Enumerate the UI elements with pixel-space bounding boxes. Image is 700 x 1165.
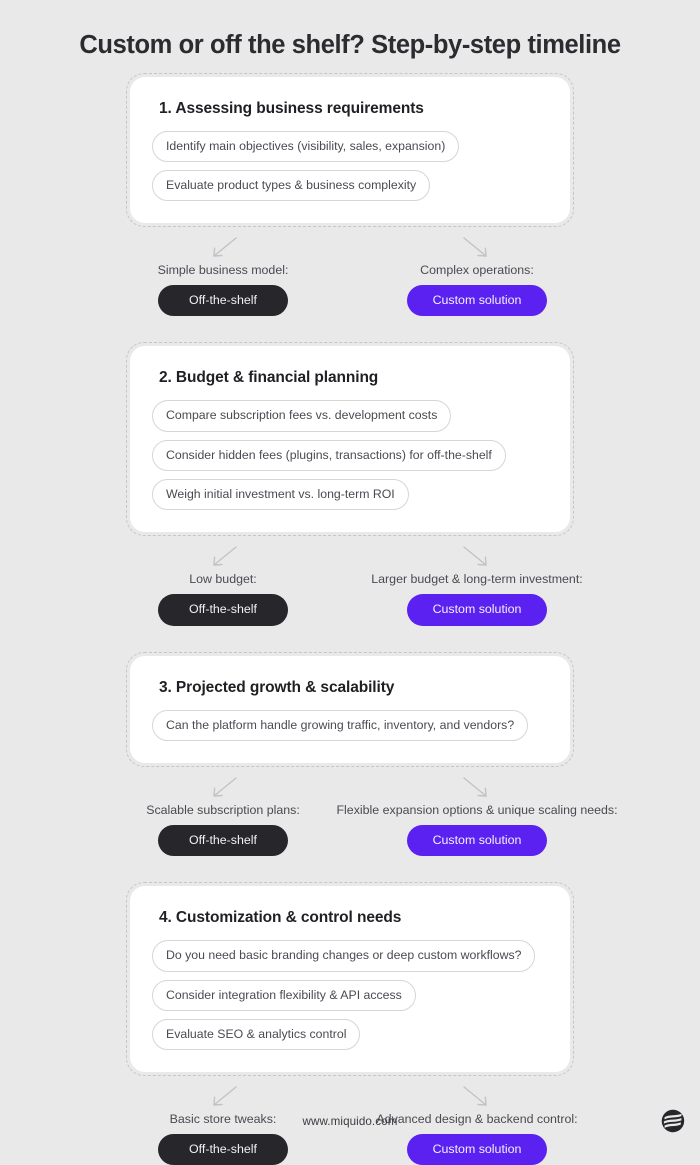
footer-url: www.miquido.com: [302, 1114, 398, 1128]
branch-pill-purple[interactable]: Custom solution: [406, 285, 548, 317]
page-title: Custom or off the shelf? Step-by-step ti…: [79, 31, 621, 59]
branch-pill-dark[interactable]: Off-the-shelf: [158, 285, 288, 317]
footer: www.miquido.com: [0, 1095, 700, 1147]
branch-label: Complex operations:: [420, 263, 534, 278]
step-heading: 1. Assessing business requirements: [159, 99, 424, 117]
step-item-chip: Weigh initial investment vs. long-term R…: [152, 479, 409, 511]
miquido-logo-icon: [660, 1108, 686, 1134]
arrow-down-right-icon: [461, 545, 493, 571]
branch-pill-dark[interactable]: Off-the-shelf: [158, 594, 288, 626]
step-item-chip: Evaluate product types & business comple…: [152, 169, 431, 202]
step-item-chip: Consider hidden fees (plugins, transacti…: [152, 439, 506, 472]
branch-row: Low budget: Off-the-shelf Larger budget …: [0, 536, 700, 626]
step-item-list: Can the platform handle growing traffic,…: [152, 709, 548, 741]
arrow-down-left-icon: [207, 545, 239, 571]
step-heading: 3. Projected growth & scalability: [159, 678, 395, 696]
branch-label: Larger budget & long-term investment:: [371, 572, 583, 587]
branch-row: Simple business model: Off-the-shelf Com…: [0, 227, 700, 317]
step-card-4: 4. Customization & control needs Do you …: [126, 882, 574, 1077]
step-item-chip: Compare subscription fees vs. developmen…: [152, 400, 452, 432]
arrow-down-left-icon: [207, 236, 239, 262]
branch-label: Scalable subscription plans:: [146, 802, 300, 817]
branch-right: Larger budget & long-term investment: Cu…: [350, 545, 604, 626]
step-item-list: Compare subscription fees vs. developmen…: [152, 400, 548, 511]
step-item-list: Identify main objectives (visibility, sa…: [152, 130, 548, 202]
timeline-flow: 1. Assessing business requirements Ident…: [0, 61, 700, 1165]
step-heading: 2. Budget & financial planning: [159, 369, 379, 387]
step-item-chip: Identify main objectives (visibility, sa…: [152, 130, 460, 162]
branch-left: Low budget: Off-the-shelf: [96, 545, 350, 626]
arrow-down-right-icon: [461, 776, 493, 802]
step-heading: 4. Customization & control needs: [159, 909, 402, 927]
branch-pill-dark[interactable]: Off-the-shelf: [158, 824, 288, 857]
arrow-down-left-icon: [207, 776, 239, 802]
branch-row: Scalable subscription plans: Off-the-she…: [0, 767, 700, 857]
step-item-chip: Do you need basic branding changes or de…: [152, 940, 536, 972]
branch-right: Flexible expansion options & unique scal…: [336, 776, 618, 857]
step-item-chip: Consider integration flexibility & API a…: [152, 979, 416, 1011]
branch-left: Scalable subscription plans: Off-the-she…: [96, 776, 350, 857]
step-card-3: 3. Projected growth & scalability Can th…: [126, 651, 574, 767]
branch-right: Complex operations: Custom solution: [350, 236, 604, 317]
branch-pill-purple[interactable]: Custom solution: [406, 594, 548, 626]
branch-pill-purple[interactable]: Custom solution: [406, 824, 548, 857]
branch-label: Flexible expansion options & unique scal…: [336, 802, 618, 817]
arrow-down-right-icon: [461, 236, 493, 262]
step-item-chip: Can the platform handle growing traffic,…: [152, 709, 529, 741]
step-item-list: Do you need basic branding changes or de…: [152, 940, 548, 1051]
branch-label: Simple business model:: [157, 263, 289, 278]
step-card-2: 2. Budget & financial planning Compare s…: [126, 342, 574, 537]
step-card-1: 1. Assessing business requirements Ident…: [126, 72, 574, 228]
step-item-chip: Evaluate SEO & analytics control: [152, 1018, 361, 1051]
branch-left: Simple business model: Off-the-shelf: [96, 236, 350, 317]
branch-label: Low budget:: [189, 572, 257, 587]
